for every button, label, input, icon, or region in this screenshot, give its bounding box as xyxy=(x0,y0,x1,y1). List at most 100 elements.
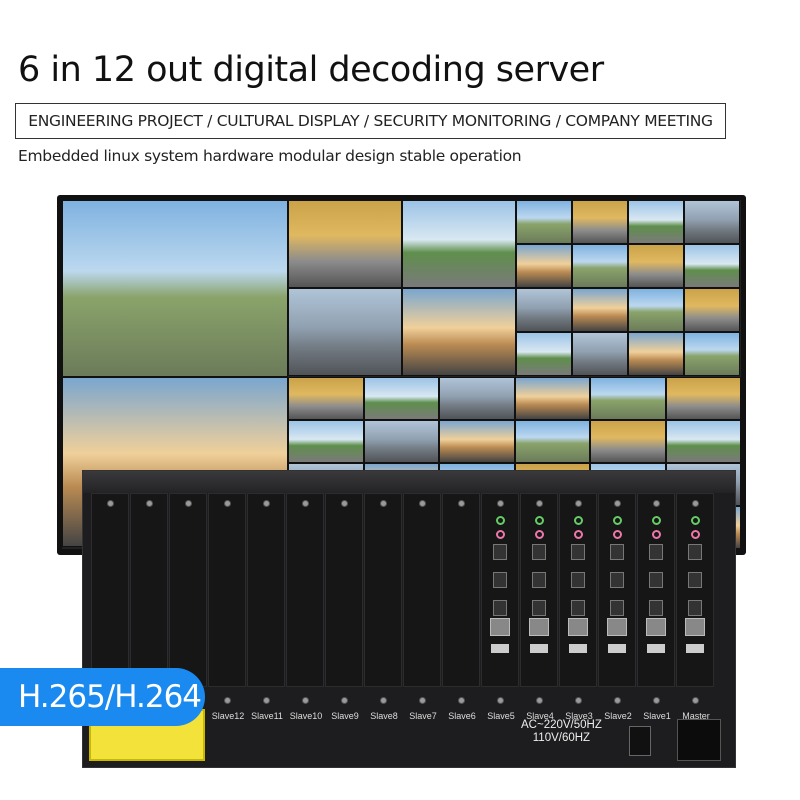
video-tile xyxy=(402,288,516,376)
video-tile xyxy=(572,200,628,244)
screw-icon xyxy=(497,500,504,507)
screw-icon xyxy=(263,500,270,507)
screw-icon xyxy=(575,500,582,507)
video-tile xyxy=(628,200,684,244)
video-tile xyxy=(514,420,590,463)
audio-jack-icon xyxy=(691,530,700,539)
codec-badge: H.265/H.264 xyxy=(0,668,205,726)
screw-icon xyxy=(692,697,699,704)
ethernet-port-icon xyxy=(568,618,588,636)
screw-icon xyxy=(653,500,660,507)
video-tile xyxy=(288,288,402,376)
hdmi-port-icon xyxy=(610,544,624,560)
screw-icon xyxy=(302,697,309,704)
usb-port-icon xyxy=(491,644,509,653)
blank-slot-panel xyxy=(247,493,285,687)
hdmi-port-icon xyxy=(649,572,663,588)
audio-jack-icon xyxy=(574,530,583,539)
decoder-card xyxy=(559,493,597,687)
video-tile xyxy=(628,244,684,288)
usb-port-icon xyxy=(608,644,626,653)
audio-jack-icon xyxy=(691,516,700,525)
blank-slot-panel xyxy=(91,493,129,687)
slot-label: Slave1 xyxy=(643,711,671,721)
audio-jack-icon xyxy=(535,516,544,525)
slot-label: Slave5 xyxy=(487,711,515,721)
blank-slot-panel xyxy=(403,493,441,687)
video-tile xyxy=(628,288,684,332)
audio-jack-icon xyxy=(652,530,661,539)
decoder-card xyxy=(481,493,519,687)
hdmi-port-icon xyxy=(649,600,663,616)
hdmi-port-icon xyxy=(649,544,663,560)
slot-label: Slave6 xyxy=(448,711,476,721)
hdmi-port-icon xyxy=(532,600,546,616)
hdmi-port-icon xyxy=(610,572,624,588)
usb-port-icon xyxy=(686,644,704,653)
subtitle: Embedded linux system hardware modular d… xyxy=(18,147,522,165)
blank-slot-panel xyxy=(325,493,363,687)
video-tile xyxy=(684,332,740,376)
audio-jack-icon xyxy=(613,516,622,525)
screw-icon xyxy=(146,500,153,507)
hdmi-port-icon xyxy=(532,544,546,560)
audio-jack-icon xyxy=(496,516,505,525)
power-spec-line2: 110V/60HZ xyxy=(532,732,591,744)
video-tile xyxy=(288,420,364,463)
screw-icon xyxy=(380,697,387,704)
usb-port-icon xyxy=(530,644,548,653)
hdmi-port-icon xyxy=(493,600,507,616)
decoder-card xyxy=(598,493,636,687)
screw-icon xyxy=(536,500,543,507)
hdmi-port-icon xyxy=(688,544,702,560)
ethernet-port-icon xyxy=(607,618,627,636)
video-tile xyxy=(439,420,515,463)
blank-slot-panel xyxy=(286,493,324,687)
decoder-card xyxy=(637,493,675,687)
video-tile xyxy=(402,200,516,288)
slot-label: Slave11 xyxy=(251,711,283,721)
slot-label: Slave9 xyxy=(331,711,359,721)
screw-icon xyxy=(419,500,426,507)
video-tile xyxy=(363,420,439,463)
screw-icon xyxy=(380,500,387,507)
screw-icon xyxy=(224,500,231,507)
screw-icon xyxy=(458,697,465,704)
video-tile xyxy=(516,332,572,376)
video-tile xyxy=(628,332,684,376)
slot-label: Slave10 xyxy=(289,711,323,721)
hdmi-port-icon xyxy=(493,572,507,588)
hdmi-port-icon xyxy=(571,544,585,560)
audio-jack-icon xyxy=(652,516,661,525)
power-switch[interactable] xyxy=(629,726,651,756)
decoder-card xyxy=(520,493,558,687)
screw-icon xyxy=(497,697,504,704)
slot-label: Slave8 xyxy=(370,711,398,721)
hdmi-port-icon xyxy=(493,544,507,560)
power-spec: AC~220V/50HZ 110V/60HZ xyxy=(521,719,602,745)
screw-icon xyxy=(341,697,348,704)
blank-slot-panel xyxy=(208,493,246,687)
hdmi-port-icon xyxy=(532,572,546,588)
screw-icon xyxy=(107,500,114,507)
blank-slot-panel xyxy=(442,493,480,687)
video-tile xyxy=(572,288,628,332)
audio-jack-icon xyxy=(613,530,622,539)
slot-label: Slave12 xyxy=(211,711,245,721)
video-tile xyxy=(590,377,666,420)
ethernet-port-icon xyxy=(529,618,549,636)
hdmi-port-icon xyxy=(688,600,702,616)
screw-icon xyxy=(575,697,582,704)
audio-jack-icon xyxy=(574,516,583,525)
screw-icon xyxy=(458,500,465,507)
video-tile xyxy=(516,200,572,244)
ethernet-port-icon xyxy=(490,618,510,636)
video-tile xyxy=(684,200,740,244)
ethernet-port-icon xyxy=(685,618,705,636)
video-tile xyxy=(665,420,741,463)
video-tile xyxy=(590,420,666,463)
video-tile xyxy=(288,200,402,288)
video-tile xyxy=(439,377,515,420)
screw-icon xyxy=(263,697,270,704)
audio-jack-icon xyxy=(535,530,544,539)
